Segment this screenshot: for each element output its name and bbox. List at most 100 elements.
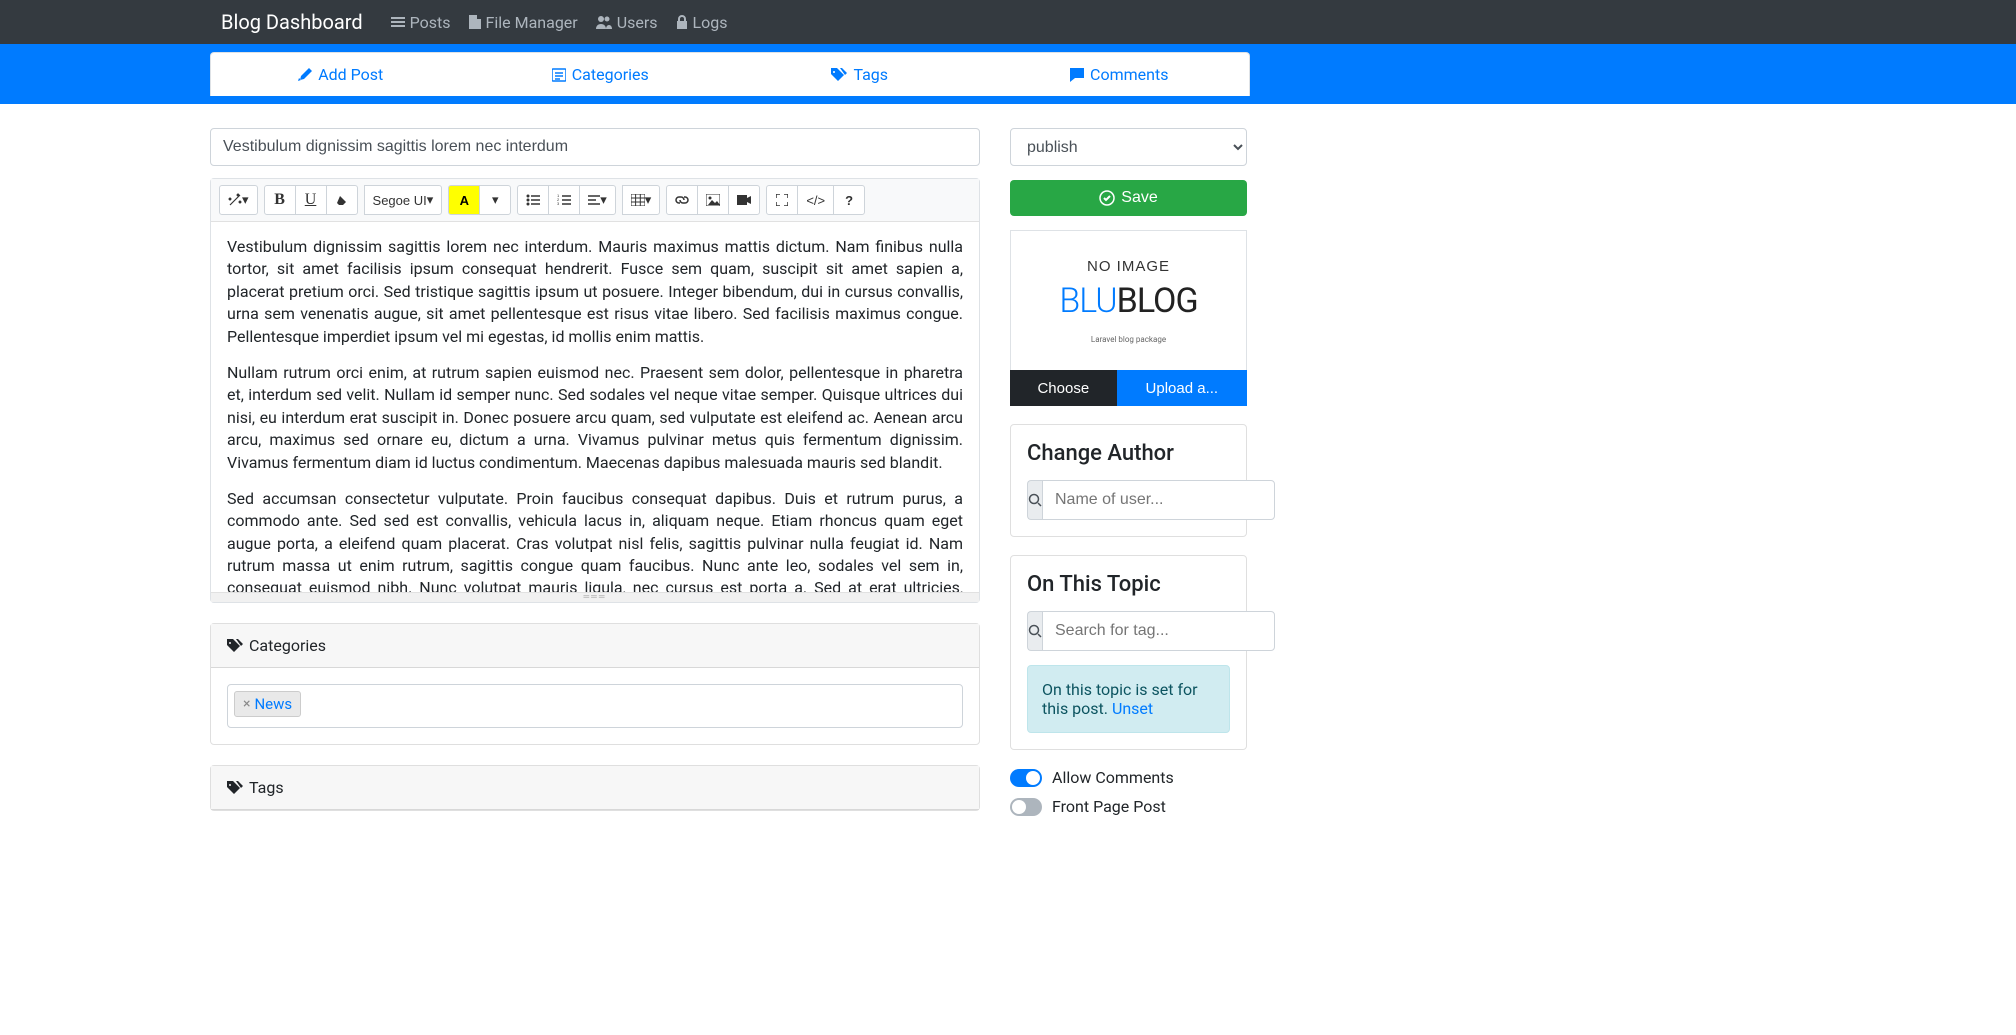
tags-header: Tags [211, 766, 979, 810]
tab-bar: Add Post Categories Tags Comments [210, 52, 1250, 96]
tags-title: Tags [249, 778, 284, 797]
front-page-switch[interactable] [1010, 798, 1042, 816]
save-label: Save [1121, 189, 1157, 207]
unset-link[interactable]: Unset [1112, 699, 1153, 718]
editor-body[interactable]: Vestibulum dignissim sagittis lorem nec … [211, 222, 979, 592]
check-circle-icon [1099, 190, 1115, 206]
tab-comments-label: Comments [1090, 65, 1168, 84]
eraser-button[interactable] [326, 185, 358, 215]
magic-wand-icon [228, 193, 242, 207]
ol-icon: 123 [557, 194, 571, 206]
codeview-button[interactable]: </> [797, 185, 834, 215]
category-name: News [254, 695, 292, 713]
tag-search-input[interactable] [1042, 611, 1275, 651]
tab-categories[interactable]: Categories [471, 53, 731, 96]
nav-users[interactable]: Users [596, 13, 658, 32]
editor-toolbar: ▾ B U Segoe UI ▾ A ▾ [211, 179, 979, 222]
save-button[interactable]: Save [1010, 180, 1247, 216]
nav-posts-label: Posts [410, 13, 451, 32]
remove-category-icon[interactable]: × [243, 696, 250, 712]
magic-button[interactable]: ▾ [219, 185, 258, 215]
comment-icon [1070, 68, 1084, 82]
category-chip: × News [234, 691, 301, 717]
no-image-text: NO IMAGE [1087, 258, 1170, 275]
allow-comments-switch[interactable] [1010, 769, 1042, 787]
tab-add-post-label: Add Post [318, 65, 383, 84]
link-button[interactable] [666, 185, 698, 215]
image-preview: NO IMAGE BLUBLOG Laravel blog package [1010, 230, 1247, 370]
nav-file-manager-label: File Manager [486, 13, 578, 32]
tab-categories-label: Categories [572, 65, 649, 84]
on-topic-card: On This Topic On this topic is set for t… [1010, 555, 1247, 750]
logo-subtitle: Laravel blog package [1091, 335, 1166, 344]
picture-button[interactable] [697, 185, 729, 215]
categories-tag-input[interactable]: × News [227, 684, 963, 728]
align-icon [588, 194, 600, 206]
video-icon [737, 195, 751, 205]
search-icon [1028, 624, 1042, 638]
rich-text-editor: ▾ B U Segoe UI ▾ A ▾ [210, 178, 980, 603]
bold-button[interactable]: B [264, 185, 296, 215]
font-color-dropdown[interactable]: ▾ [479, 185, 511, 215]
search-icon [1028, 493, 1042, 507]
categories-header: Categories [211, 624, 979, 668]
users-icon [596, 15, 612, 29]
nav-logs-label: Logs [693, 13, 728, 32]
author-search-input[interactable] [1042, 480, 1275, 520]
nav-users-label: Users [617, 13, 658, 32]
fullscreen-button[interactable] [766, 185, 798, 215]
change-author-title: Change Author [1027, 441, 1230, 466]
fullscreen-icon [776, 194, 788, 206]
resize-handle[interactable]: ═══ [211, 592, 979, 602]
table-icon [631, 194, 645, 206]
tab-comments[interactable]: Comments [990, 53, 1250, 96]
eraser-icon [336, 194, 348, 206]
action-bar: Add Post Categories Tags Comments [0, 44, 2016, 104]
tab-tags[interactable]: Tags [730, 53, 990, 96]
unordered-list-button[interactable] [517, 185, 549, 215]
paragraph-button[interactable]: ▾ [579, 185, 616, 215]
paragraph: Vestibulum dignissim sagittis lorem nec … [227, 236, 963, 348]
categories-title: Categories [249, 636, 326, 655]
tab-add-post[interactable]: Add Post [211, 53, 471, 96]
post-title-input[interactable] [210, 128, 980, 166]
link-icon [675, 194, 689, 206]
help-button[interactable]: ? [833, 185, 865, 215]
upload-button[interactable]: Upload a... [1117, 370, 1247, 406]
choose-button[interactable]: Choose [1010, 370, 1117, 406]
blublog-logo: BLUBLOG [1059, 281, 1197, 321]
allow-comments-label: Allow Comments [1052, 768, 1174, 787]
tags-icon [831, 68, 847, 82]
nav-logs[interactable]: Logs [676, 13, 728, 32]
nav-posts[interactable]: Posts [391, 13, 451, 32]
svg-text:3: 3 [557, 201, 560, 206]
tags-card: Tags [210, 765, 980, 811]
underline-button[interactable]: U [295, 185, 327, 215]
font-color-button[interactable]: A [448, 185, 480, 215]
list-alt-icon [552, 68, 566, 82]
table-button[interactable]: ▾ [622, 185, 661, 215]
paragraph: Sed accumsan consectetur vulputate. Proi… [227, 488, 963, 592]
picture-icon [706, 194, 720, 206]
brand-link[interactable]: Blog Dashboard [221, 10, 363, 34]
file-icon [469, 15, 481, 29]
status-select[interactable]: publish [1010, 128, 1247, 166]
tags-icon [227, 639, 243, 653]
video-button[interactable] [728, 185, 760, 215]
paragraph: Nullam rutrum orci enim, at rutrum sapie… [227, 362, 963, 474]
nav-file-manager[interactable]: File Manager [469, 13, 578, 32]
font-family-button[interactable]: Segoe UI ▾ [364, 185, 443, 215]
change-author-card: Change Author [1010, 424, 1247, 537]
main-navbar: Blog Dashboard Posts File Manager Users … [0, 0, 2016, 44]
ul-icon [526, 194, 540, 206]
tags-icon [227, 781, 243, 795]
categories-card: Categories × News [210, 623, 980, 745]
search-addon [1027, 480, 1042, 520]
list-icon [391, 15, 405, 29]
on-topic-title: On This Topic [1027, 572, 1230, 597]
search-addon [1027, 611, 1042, 651]
ordered-list-button[interactable]: 123 [548, 185, 580, 215]
front-page-label: Front Page Post [1052, 797, 1166, 816]
pencil-icon [298, 68, 312, 82]
lock-icon [676, 15, 688, 29]
